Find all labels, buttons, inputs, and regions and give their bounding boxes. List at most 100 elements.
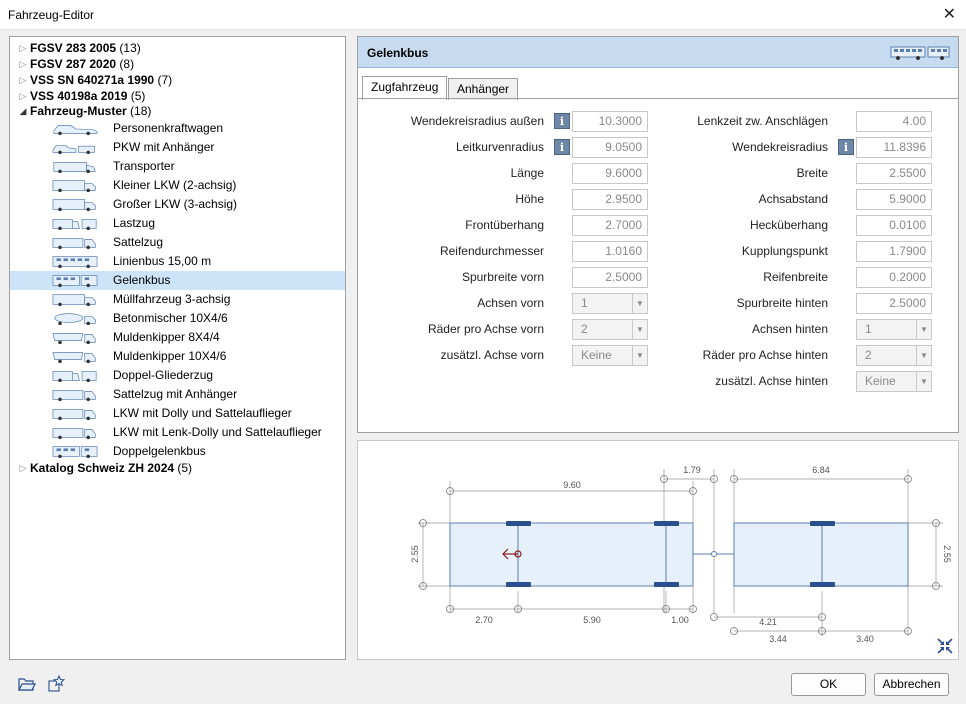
chevron-down-icon[interactable]: ▼ bbox=[916, 320, 931, 339]
select-value: 2 bbox=[581, 322, 588, 336]
tree-node-label: FGSV 287 2020 bbox=[30, 57, 117, 71]
field-label: Räder pro Achse vorn bbox=[427, 322, 544, 336]
tree-item-vehicle[interactable]: Sattelzug bbox=[10, 233, 345, 252]
close-icon[interactable]: ✕ bbox=[943, 4, 956, 24]
tree-item-vehicle[interactable]: Linienbus 15,00 m bbox=[10, 252, 345, 271]
dim-top-trailer: 6.84 bbox=[812, 465, 830, 475]
info-icon[interactable]: i bbox=[838, 139, 854, 155]
trailer-body bbox=[733, 522, 909, 587]
title-bar: Fahrzeug-Editor ✕ bbox=[0, 0, 966, 30]
vehicle-drawing: 9.60 1.79 6.84 2.55 2.55 2.70 5.90 1.00 … bbox=[410, 465, 952, 644]
window-title: Fahrzeug-Editor bbox=[8, 8, 95, 22]
tree-item-vehicle[interactable]: Muldenkipper 10X4/6 bbox=[10, 347, 345, 366]
tree-node-label: VSS 40198a 2019 bbox=[30, 89, 128, 103]
tab-anhaenger[interactable]: Anhänger bbox=[448, 78, 519, 100]
info-icon[interactable]: i bbox=[554, 139, 570, 155]
field-input[interactable]: 0.0100 bbox=[856, 215, 932, 236]
chevron-down-icon[interactable]: ▼ bbox=[632, 346, 647, 365]
tree-item-vehicle[interactable]: Sattelzug mit Anhänger bbox=[10, 385, 345, 404]
tree-node-label: FGSV 283 2005 bbox=[30, 41, 117, 55]
vehicle-icon bbox=[52, 352, 96, 364]
tree-item-vehicle[interactable]: PKW mit Anhänger bbox=[10, 138, 345, 157]
field-label: Wendekreisradius außen bbox=[410, 114, 544, 128]
tree-item-vehicle[interactable]: Personenkraftwagen bbox=[10, 119, 345, 138]
tractor-body bbox=[449, 522, 694, 587]
field-label: Wendekreisradius bbox=[732, 140, 828, 154]
field-label: Hecküberhang bbox=[749, 218, 828, 232]
dim-top-coupling: 1.79 bbox=[683, 465, 701, 475]
field-label: Breite bbox=[796, 166, 828, 180]
chevron-down-icon[interactable]: ▼ bbox=[916, 372, 931, 391]
ok-button[interactable]: OK bbox=[791, 673, 866, 696]
field-input[interactable]: 5.9000 bbox=[856, 189, 932, 210]
field-select[interactable]: 2 ▼ bbox=[572, 319, 648, 340]
chevron-down-icon[interactable]: ▼ bbox=[916, 346, 931, 365]
vehicle-diagram: 9.60 1.79 6.84 2.55 2.55 2.70 5.90 1.00 … bbox=[357, 440, 959, 660]
field-input[interactable]: 2.7000 bbox=[572, 215, 648, 236]
field-input[interactable]: 4.00 bbox=[856, 111, 932, 132]
field-input[interactable]: 9.0500 bbox=[572, 137, 648, 158]
field-select[interactable]: 2 ▼ bbox=[856, 345, 932, 366]
tab-zugfahrzeug[interactable]: Zugfahrzeug bbox=[362, 76, 448, 100]
field-label: zusätzl. Achse hinten bbox=[715, 374, 828, 388]
chevron-down-icon[interactable]: ▼ bbox=[632, 320, 647, 339]
tree-item-label: Muldenkipper 10X4/6 bbox=[113, 349, 227, 363]
field-input[interactable]: 1.0160 bbox=[572, 241, 648, 262]
vehicle-icon bbox=[52, 428, 96, 440]
tree-item-vehicle[interactable]: Gelenkbus bbox=[10, 271, 345, 290]
tree-item-label: LKW mit Dolly und Sattelauflieger bbox=[113, 406, 292, 420]
tree-item-vehicle[interactable]: Müllfahrzeug 3-achsig bbox=[10, 290, 345, 309]
tree-item-label: Lastzug bbox=[113, 216, 156, 230]
chevron-down-icon[interactable]: ▼ bbox=[632, 294, 647, 313]
vehicle-tree[interactable]: ▷ FGSV 283 2005 (13) ▷ FGSV 287 2020 (8) ▷… bbox=[9, 36, 346, 660]
tab-label: Zugfahrzeug bbox=[371, 80, 439, 94]
bottom-bar: OK Abbrechen bbox=[0, 665, 966, 704]
tree-item-vehicle[interactable]: Doppel-Gliederzug bbox=[10, 366, 345, 385]
tree-item-vehicle[interactable]: Lastzug bbox=[10, 214, 345, 233]
tab-label: Anhänger bbox=[457, 82, 510, 96]
field-input[interactable]: 1.7900 bbox=[856, 241, 932, 262]
field-input[interactable]: 2.9500 bbox=[572, 189, 648, 210]
field-label: Höhe bbox=[515, 192, 544, 206]
tree-item-label: Betonmischer 10X4/6 bbox=[113, 311, 228, 325]
dim-bottom-rear: 1.00 bbox=[671, 615, 689, 625]
tree-node-count: (18) bbox=[130, 104, 152, 118]
tree-item-label: Doppel-Gliederzug bbox=[113, 368, 214, 382]
field-select[interactable]: 1 ▼ bbox=[572, 293, 648, 314]
field-label: Spurbreite vorn bbox=[461, 270, 544, 284]
favorite-star-icon[interactable] bbox=[47, 675, 65, 692]
tree-item-vehicle[interactable]: LKW mit Lenk-Dolly und Sattelauflieger bbox=[10, 423, 345, 442]
field-input[interactable]: 2.5500 bbox=[856, 163, 932, 184]
field-input[interactable]: 11.8396 bbox=[856, 137, 932, 158]
vehicle-icon bbox=[52, 219, 97, 231]
dim-bottom-trailer-a: 4.21 bbox=[759, 617, 777, 627]
field-input[interactable]: 2.5000 bbox=[572, 267, 648, 288]
info-icon[interactable]: i bbox=[554, 113, 570, 129]
tree-item-label: Großer LKW (3-achsig) bbox=[113, 197, 238, 211]
field-input[interactable]: 9.6000 bbox=[572, 163, 648, 184]
tree-node-label: Fahrzeug-Muster bbox=[30, 104, 127, 118]
tree-node-count: (5) bbox=[130, 89, 146, 103]
open-folder-icon[interactable] bbox=[18, 676, 36, 692]
field-input[interactable]: 10.3000 bbox=[572, 111, 648, 132]
tree-item-vehicle[interactable]: Betonmischer 10X4/6 bbox=[10, 309, 345, 328]
field-select[interactable]: Keine ▼ bbox=[856, 371, 932, 392]
tree-node-label: Katalog Schweiz ZH 2024 bbox=[30, 461, 175, 475]
field-select[interactable]: Keine ▼ bbox=[572, 345, 648, 366]
tree-item-vehicle[interactable]: Kleiner LKW (2-achsig) bbox=[10, 176, 345, 195]
field-input[interactable]: 0.2000 bbox=[856, 267, 932, 288]
fit-view-icon[interactable] bbox=[936, 637, 954, 655]
tree-item-vehicle[interactable]: LKW mit Dolly und Sattelauflieger bbox=[10, 404, 345, 423]
field-label: Räder pro Achse hinten bbox=[702, 348, 828, 362]
tree-item-vehicle[interactable]: Muldenkipper 8X4/4 bbox=[10, 328, 345, 347]
field-select[interactable]: 1 ▼ bbox=[856, 319, 932, 340]
field-input[interactable]: 2.5000 bbox=[856, 293, 932, 314]
tree-item-vehicle[interactable]: Transporter bbox=[10, 157, 345, 176]
field-label: Frontüberhang bbox=[465, 218, 544, 232]
vehicle-icon bbox=[52, 409, 96, 421]
select-value: 1 bbox=[865, 322, 872, 336]
cancel-button[interactable]: Abbrechen bbox=[874, 673, 949, 696]
field-label: Reifendurchmesser bbox=[439, 244, 544, 258]
dim-bottom-trailer-b: 3.44 bbox=[769, 634, 787, 644]
tree-item-vehicle[interactable]: Großer LKW (3-achsig) bbox=[10, 195, 345, 214]
